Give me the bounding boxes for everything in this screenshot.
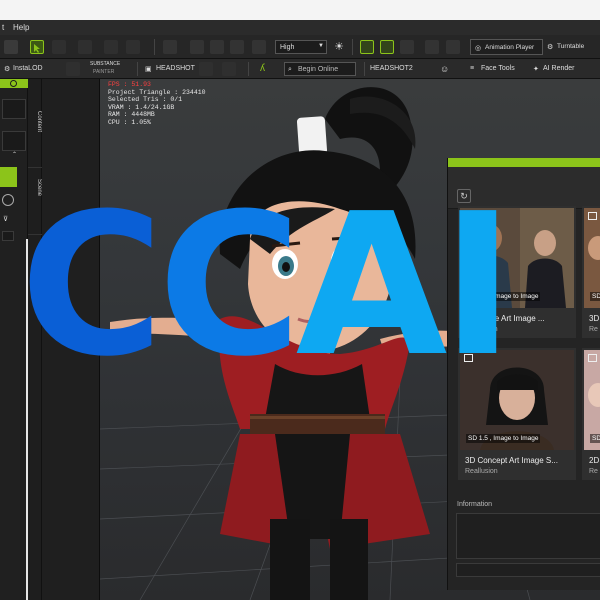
zoom-extend-icon[interactable] (210, 40, 224, 54)
menu-item-help[interactable]: Help (13, 23, 29, 32)
quality-select[interactable]: High ▼ (275, 40, 327, 54)
left-panel-field[interactable] (2, 99, 26, 119)
turntable-icon: ⚙ (547, 44, 554, 51)
information-box (456, 513, 600, 559)
play-circle-icon: ◎ (475, 45, 482, 52)
card-subtitle: Reallusion (465, 468, 498, 475)
card-badge: SD (590, 434, 600, 443)
face-tools-button[interactable]: Face Tools (481, 65, 515, 72)
undo-icon[interactable] (4, 40, 18, 54)
instalod-button[interactable]: InstaLOD (13, 65, 43, 72)
logo-letter-c2: C (157, 172, 302, 400)
information-label: Information (457, 501, 493, 508)
collapse-icon[interactable]: ⌃ (12, 151, 17, 158)
rotate-icon[interactable] (78, 40, 92, 54)
sun-icon[interactable]: ☀ (332, 40, 346, 54)
menu-bar: t Help (0, 20, 600, 35)
printer-icon[interactable] (400, 40, 414, 54)
face-icon: ☺ (440, 64, 450, 74)
plugin-toolbar: ⚙ InstaLOD SUBSTANCE PAINTER ▣ HEADSHOT … (0, 59, 600, 79)
flag-icon[interactable] (446, 40, 460, 54)
title-bar (0, 0, 600, 20)
zoom-selected-icon[interactable] (230, 40, 244, 54)
begin-online-search[interactable]: ⌕ Begin Online (284, 62, 356, 76)
face-tools-icon: ≡ (470, 65, 475, 72)
headshot-settings-icon[interactable] (199, 62, 213, 76)
ai-render-button[interactable]: AI Render (543, 65, 575, 72)
card-subtitle: Re (589, 326, 598, 333)
plugin-icon[interactable]: ʎ (260, 63, 265, 74)
card-badge: SD (590, 292, 600, 301)
left-panel-field[interactable] (2, 131, 26, 151)
card-title: 3D (589, 314, 600, 323)
substance-label-top[interactable]: SUBSTANCE (90, 61, 120, 67)
quality-select-value: High (280, 44, 295, 51)
camera-home-icon[interactable] (163, 40, 177, 54)
headshot-icon: ▣ (145, 66, 152, 73)
ai-render-icon: ✦ (533, 66, 539, 73)
animation-player-button[interactable]: ◎ Animation Player (470, 39, 543, 55)
filter-icon[interactable]: ⊽ (3, 215, 8, 223)
headshot-extra-icon[interactable] (222, 62, 236, 76)
headshot2-button[interactable]: HEADSHOT2 (370, 65, 413, 72)
network-icon[interactable] (425, 40, 439, 54)
information-field[interactable] (456, 563, 600, 577)
begin-online-label: Begin Online (298, 66, 339, 73)
zoom-fit-icon[interactable] (190, 40, 204, 54)
logo-letters-ai: AI (295, 172, 515, 400)
dropdown-icon[interactable] (2, 231, 14, 241)
move-icon[interactable] (52, 40, 66, 54)
transform-icon[interactable] (126, 40, 140, 54)
main-toolbar: High ▼ ☀ ◎ Animation Player ⚙ Turntable (0, 35, 600, 59)
chevron-down-icon: ▼ (318, 43, 324, 49)
menu-item-truncated[interactable]: t (2, 23, 4, 32)
circle-tool-icon[interactable] (2, 194, 14, 206)
card-subtitle: Re (589, 468, 598, 475)
animation-player-label: Animation Player (485, 44, 535, 51)
style-card[interactable]: SD 2D Re (582, 348, 600, 480)
ik-toggle-icon[interactable] (380, 40, 394, 54)
style-card[interactable]: SD 3D Re (582, 206, 600, 338)
overlay-logo: CCAI (20, 176, 514, 396)
select-arrow-icon[interactable] (30, 40, 44, 54)
instalod-menu-icon[interactable] (66, 62, 80, 76)
image-icon (588, 212, 597, 220)
close-icon[interactable] (10, 80, 17, 87)
active-tool-marker[interactable] (0, 167, 17, 187)
search-icon: ⌕ (288, 66, 292, 73)
card-title: 3D Concept Art Image S... (465, 456, 558, 465)
render-toggle-icon[interactable] (360, 40, 374, 54)
store-accent-bar (448, 158, 600, 167)
card-title: 2D (589, 456, 600, 465)
tab-content[interactable]: Content (28, 97, 42, 147)
scale-icon[interactable] (104, 40, 118, 54)
frame-icon[interactable] (252, 40, 266, 54)
substance-label-bottom: PAINTER (93, 69, 115, 75)
turntable-button[interactable]: ⚙ Turntable (545, 39, 600, 55)
logo-letter-c1: C (20, 172, 164, 400)
turntable-label: Turntable (557, 43, 585, 50)
instalod-icon: ⚙ (4, 66, 11, 73)
card-badge: SD 1.5 , Image to Image (466, 434, 541, 443)
image-icon (588, 354, 597, 362)
headshot-button[interactable]: HEADSHOT (156, 65, 195, 72)
